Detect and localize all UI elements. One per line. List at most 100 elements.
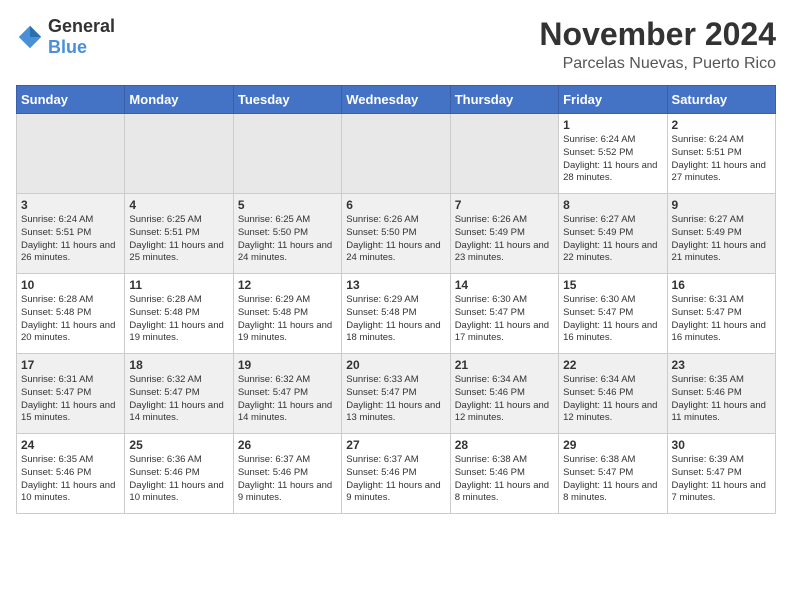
day-info: Sunrise: 6:35 AM Sunset: 5:46 PM Dayligh… — [672, 374, 771, 425]
calendar-week-row: 17Sunrise: 6:31 AM Sunset: 5:47 PM Dayli… — [17, 354, 776, 434]
day-info: Sunrise: 6:37 AM Sunset: 5:46 PM Dayligh… — [346, 454, 445, 505]
calendar-cell: 19 Sunrise: 6:32 AM Sunset: 5:47 PM Dayli… — [233, 354, 341, 434]
day-info: Sunrise: 6:26 AM Sunset: 5:49 PM Dayligh… — [455, 214, 554, 265]
day-info: Sunrise: 6:28 AM Sunset: 5:48 PM Dayligh… — [129, 294, 228, 345]
weekday-header-thursday: Thursday — [450, 86, 558, 114]
day-number: 8 — [563, 198, 662, 212]
day-number: 18 — [129, 358, 228, 372]
day-info: Sunrise: 6:27 AM Sunset: 5:49 PM Dayligh… — [563, 214, 662, 265]
calendar-cell: 16Sunrise: 6:31 AM Sunset: 5:47 PM Dayli… — [667, 274, 775, 354]
calendar-cell: 21Sunrise: 6:34 AM Sunset: 5:46 PM Dayli… — [450, 354, 558, 434]
day-info: Sunrise: 6:35 AM Sunset: 5:46 PM Dayligh… — [21, 454, 120, 505]
day-info: Sunrise: 6:34 AM Sunset: 5:46 PM Dayligh… — [455, 374, 554, 425]
calendar-cell — [342, 114, 450, 194]
logo-icon — [16, 23, 44, 51]
day-number: 15 — [563, 278, 662, 292]
calendar-cell: 9 Sunrise: 6:27 AM Sunset: 5:49 PM Daylig… — [667, 194, 775, 274]
weekday-header-row: SundayMondayTuesdayWednesdayThursdayFrid… — [17, 86, 776, 114]
calendar-week-row: 3Sunrise: 6:24 AM Sunset: 5:51 PM Daylig… — [17, 194, 776, 274]
calendar-cell: 14Sunrise: 6:30 AM Sunset: 5:47 PM Dayli… — [450, 274, 558, 354]
calendar-cell: 6 Sunrise: 6:26 AM Sunset: 5:50 PM Daylig… — [342, 194, 450, 274]
day-info: Sunrise: 6:24 AM Sunset: 5:51 PM Dayligh… — [672, 134, 771, 185]
day-info: Sunrise: 6:27 AM Sunset: 5:49 PM Dayligh… — [672, 214, 771, 265]
day-info: Sunrise: 6:24 AM Sunset: 5:51 PM Dayligh… — [21, 214, 120, 265]
calendar-cell: 22 Sunrise: 6:34 AM Sunset: 5:46 PM Dayli… — [559, 354, 667, 434]
weekday-header-friday: Friday — [559, 86, 667, 114]
day-number: 29 — [563, 438, 662, 452]
calendar-cell: 28 Sunrise: 6:38 AM Sunset: 5:46 PM Dayli… — [450, 434, 558, 514]
logo-text-general: General — [48, 16, 115, 36]
calendar-cell: 7 Sunrise: 6:26 AM Sunset: 5:49 PM Daylig… — [450, 194, 558, 274]
day-number: 1 — [563, 118, 662, 132]
calendar-week-row: 24Sunrise: 6:35 AM Sunset: 5:46 PM Dayli… — [17, 434, 776, 514]
day-info: Sunrise: 6:36 AM Sunset: 5:46 PM Dayligh… — [129, 454, 228, 505]
day-number: 30 — [672, 438, 771, 452]
calendar-week-row: 10Sunrise: 6:28 AM Sunset: 5:48 PM Dayli… — [17, 274, 776, 354]
day-number: 22 — [563, 358, 662, 372]
day-number: 19 — [238, 358, 337, 372]
day-number: 27 — [346, 438, 445, 452]
calendar-cell: 23 Sunrise: 6:35 AM Sunset: 5:46 PM Dayli… — [667, 354, 775, 434]
calendar-cell — [233, 114, 341, 194]
calendar-cell: 18Sunrise: 6:32 AM Sunset: 5:47 PM Dayli… — [125, 354, 233, 434]
location-title: Parcelas Nuevas, Puerto Rico — [539, 55, 776, 73]
weekday-header-tuesday: Tuesday — [233, 86, 341, 114]
calendar-cell: 30Sunrise: 6:39 AM Sunset: 5:47 PM Dayli… — [667, 434, 775, 514]
calendar-cell: 17Sunrise: 6:31 AM Sunset: 5:47 PM Dayli… — [17, 354, 125, 434]
day-info: Sunrise: 6:38 AM Sunset: 5:46 PM Dayligh… — [455, 454, 554, 505]
day-number: 12 — [238, 278, 337, 292]
calendar-cell: 11Sunrise: 6:28 AM Sunset: 5:48 PM Dayli… — [125, 274, 233, 354]
calendar-cell: 24Sunrise: 6:35 AM Sunset: 5:46 PM Dayli… — [17, 434, 125, 514]
day-info: Sunrise: 6:28 AM Sunset: 5:48 PM Dayligh… — [21, 294, 120, 345]
day-number: 9 — [672, 198, 771, 212]
day-number: 28 — [455, 438, 554, 452]
calendar-table: SundayMondayTuesdayWednesdayThursdayFrid… — [16, 85, 776, 514]
calendar-cell: 2 Sunrise: 6:24 AM Sunset: 5:51 PM Daylig… — [667, 114, 775, 194]
weekday-header-saturday: Saturday — [667, 86, 775, 114]
day-info: Sunrise: 6:32 AM Sunset: 5:47 PM Dayligh… — [238, 374, 337, 425]
calendar-cell — [450, 114, 558, 194]
weekday-header-sunday: Sunday — [17, 86, 125, 114]
day-number: 2 — [672, 118, 771, 132]
day-number: 25 — [129, 438, 228, 452]
calendar-cell: 20Sunrise: 6:33 AM Sunset: 5:47 PM Dayli… — [342, 354, 450, 434]
day-number: 4 — [129, 198, 228, 212]
calendar-cell: 10Sunrise: 6:28 AM Sunset: 5:48 PM Dayli… — [17, 274, 125, 354]
calendar-cell: 25 Sunrise: 6:36 AM Sunset: 5:46 PM Dayli… — [125, 434, 233, 514]
day-info: Sunrise: 6:34 AM Sunset: 5:46 PM Dayligh… — [563, 374, 662, 425]
day-info: Sunrise: 6:29 AM Sunset: 5:48 PM Dayligh… — [346, 294, 445, 345]
calendar-cell — [17, 114, 125, 194]
day-number: 13 — [346, 278, 445, 292]
calendar-cell: 29 Sunrise: 6:38 AM Sunset: 5:47 PM Dayli… — [559, 434, 667, 514]
day-number: 23 — [672, 358, 771, 372]
calendar-cell: 3Sunrise: 6:24 AM Sunset: 5:51 PM Daylig… — [17, 194, 125, 274]
title-block: November 2024 Parcelas Nuevas, Puerto Ri… — [539, 16, 776, 73]
day-info: Sunrise: 6:26 AM Sunset: 5:50 PM Dayligh… — [346, 214, 445, 265]
day-number: 20 — [346, 358, 445, 372]
calendar-cell: 4Sunrise: 6:25 AM Sunset: 5:51 PM Daylig… — [125, 194, 233, 274]
calendar-cell: 1Sunrise: 6:24 AM Sunset: 5:52 PM Daylig… — [559, 114, 667, 194]
day-number: 14 — [455, 278, 554, 292]
calendar-cell: 5 Sunrise: 6:25 AM Sunset: 5:50 PM Daylig… — [233, 194, 341, 274]
calendar-cell — [125, 114, 233, 194]
weekday-header-wednesday: Wednesday — [342, 86, 450, 114]
logo: General Blue — [16, 16, 115, 58]
weekday-header-monday: Monday — [125, 86, 233, 114]
day-number: 16 — [672, 278, 771, 292]
calendar-cell: 15Sunrise: 6:30 AM Sunset: 5:47 PM Dayli… — [559, 274, 667, 354]
day-number: 6 — [346, 198, 445, 212]
day-info: Sunrise: 6:37 AM Sunset: 5:46 PM Dayligh… — [238, 454, 337, 505]
calendar-cell: 13 Sunrise: 6:29 AM Sunset: 5:48 PM Dayli… — [342, 274, 450, 354]
calendar-cell: 27 Sunrise: 6:37 AM Sunset: 5:46 PM Dayli… — [342, 434, 450, 514]
logo-text-blue: Blue — [48, 37, 87, 57]
day-info: Sunrise: 6:38 AM Sunset: 5:47 PM Dayligh… — [563, 454, 662, 505]
day-number: 5 — [238, 198, 337, 212]
calendar-cell: 8 Sunrise: 6:27 AM Sunset: 5:49 PM Daylig… — [559, 194, 667, 274]
day-number: 7 — [455, 198, 554, 212]
day-info: Sunrise: 6:25 AM Sunset: 5:50 PM Dayligh… — [238, 214, 337, 265]
calendar-week-row: 1Sunrise: 6:24 AM Sunset: 5:52 PM Daylig… — [17, 114, 776, 194]
day-info: Sunrise: 6:29 AM Sunset: 5:48 PM Dayligh… — [238, 294, 337, 345]
calendar-cell: 12 Sunrise: 6:29 AM Sunset: 5:48 PM Dayli… — [233, 274, 341, 354]
month-title: November 2024 — [539, 16, 776, 53]
calendar-cell: 26Sunrise: 6:37 AM Sunset: 5:46 PM Dayli… — [233, 434, 341, 514]
